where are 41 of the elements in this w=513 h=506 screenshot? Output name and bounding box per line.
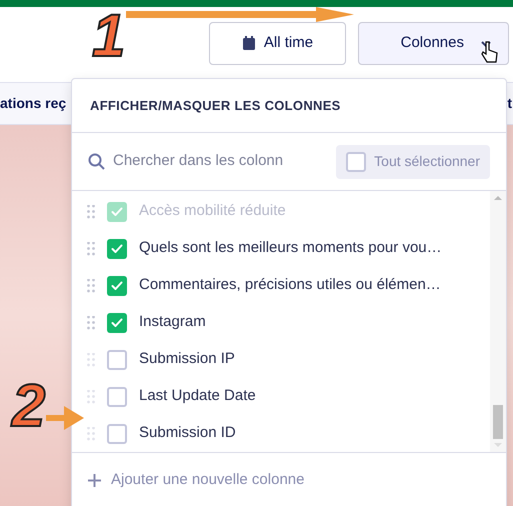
column-name: Last Update Date [139, 386, 256, 406]
column-header: ations reç [0, 94, 66, 113]
search-field[interactable]: Chercher dans les colonn [88, 150, 308, 173]
plus-icon [88, 474, 101, 486]
scrollbar[interactable] [490, 191, 506, 452]
drag-handle-icon[interactable] [87, 204, 95, 218]
checkmark-icon [111, 280, 123, 290]
column-name: Submission ID [139, 423, 236, 444]
checkbox[interactable] [107, 424, 127, 444]
drag-handle-icon[interactable] [87, 352, 95, 366]
checkbox[interactable] [107, 238, 127, 258]
chevron-down-icon [480, 40, 492, 48]
scrollbar-thumb[interactable] [493, 405, 503, 439]
column-header: t [507, 94, 513, 113]
scroll-up-icon [494, 195, 502, 200]
checkmark-icon [111, 318, 123, 328]
drag-handle-icon[interactable] [87, 316, 95, 330]
column-name: Commentaires, précisions utiles ou élémen… [139, 275, 441, 296]
annotation-number: 2 [12, 376, 46, 436]
columns-dropdown-button[interactable]: Colonnes [358, 22, 509, 65]
checkbox[interactable] [107, 386, 127, 406]
column-name: Submission IP [139, 349, 235, 370]
column-name: Accès mobilité réduite [139, 201, 286, 222]
annotation-number: 1 [92, 6, 126, 66]
drag-handle-icon[interactable] [87, 242, 95, 256]
checkmark-icon [111, 244, 123, 254]
scroll-down-icon [494, 443, 502, 448]
drag-handle-icon[interactable] [87, 426, 95, 440]
checkbox[interactable] [107, 276, 127, 296]
panel-title: AFFICHER/MASQUER LES COLONNES [90, 96, 341, 115]
column-name: Quels sont les meilleurs moments pour vou… [139, 238, 442, 258]
checkmark-icon [111, 206, 123, 216]
drag-handle-icon[interactable] [87, 278, 95, 292]
checkbox[interactable] [107, 350, 127, 370]
checkbox[interactable] [107, 312, 127, 332]
annotation-arrow [46, 406, 84, 430]
column-name: Instagram [139, 312, 206, 332]
calendar-icon [242, 36, 256, 51]
search-icon [88, 153, 105, 170]
date-range-button[interactable]: All time [209, 22, 346, 65]
drag-handle-icon[interactable] [87, 390, 95, 404]
